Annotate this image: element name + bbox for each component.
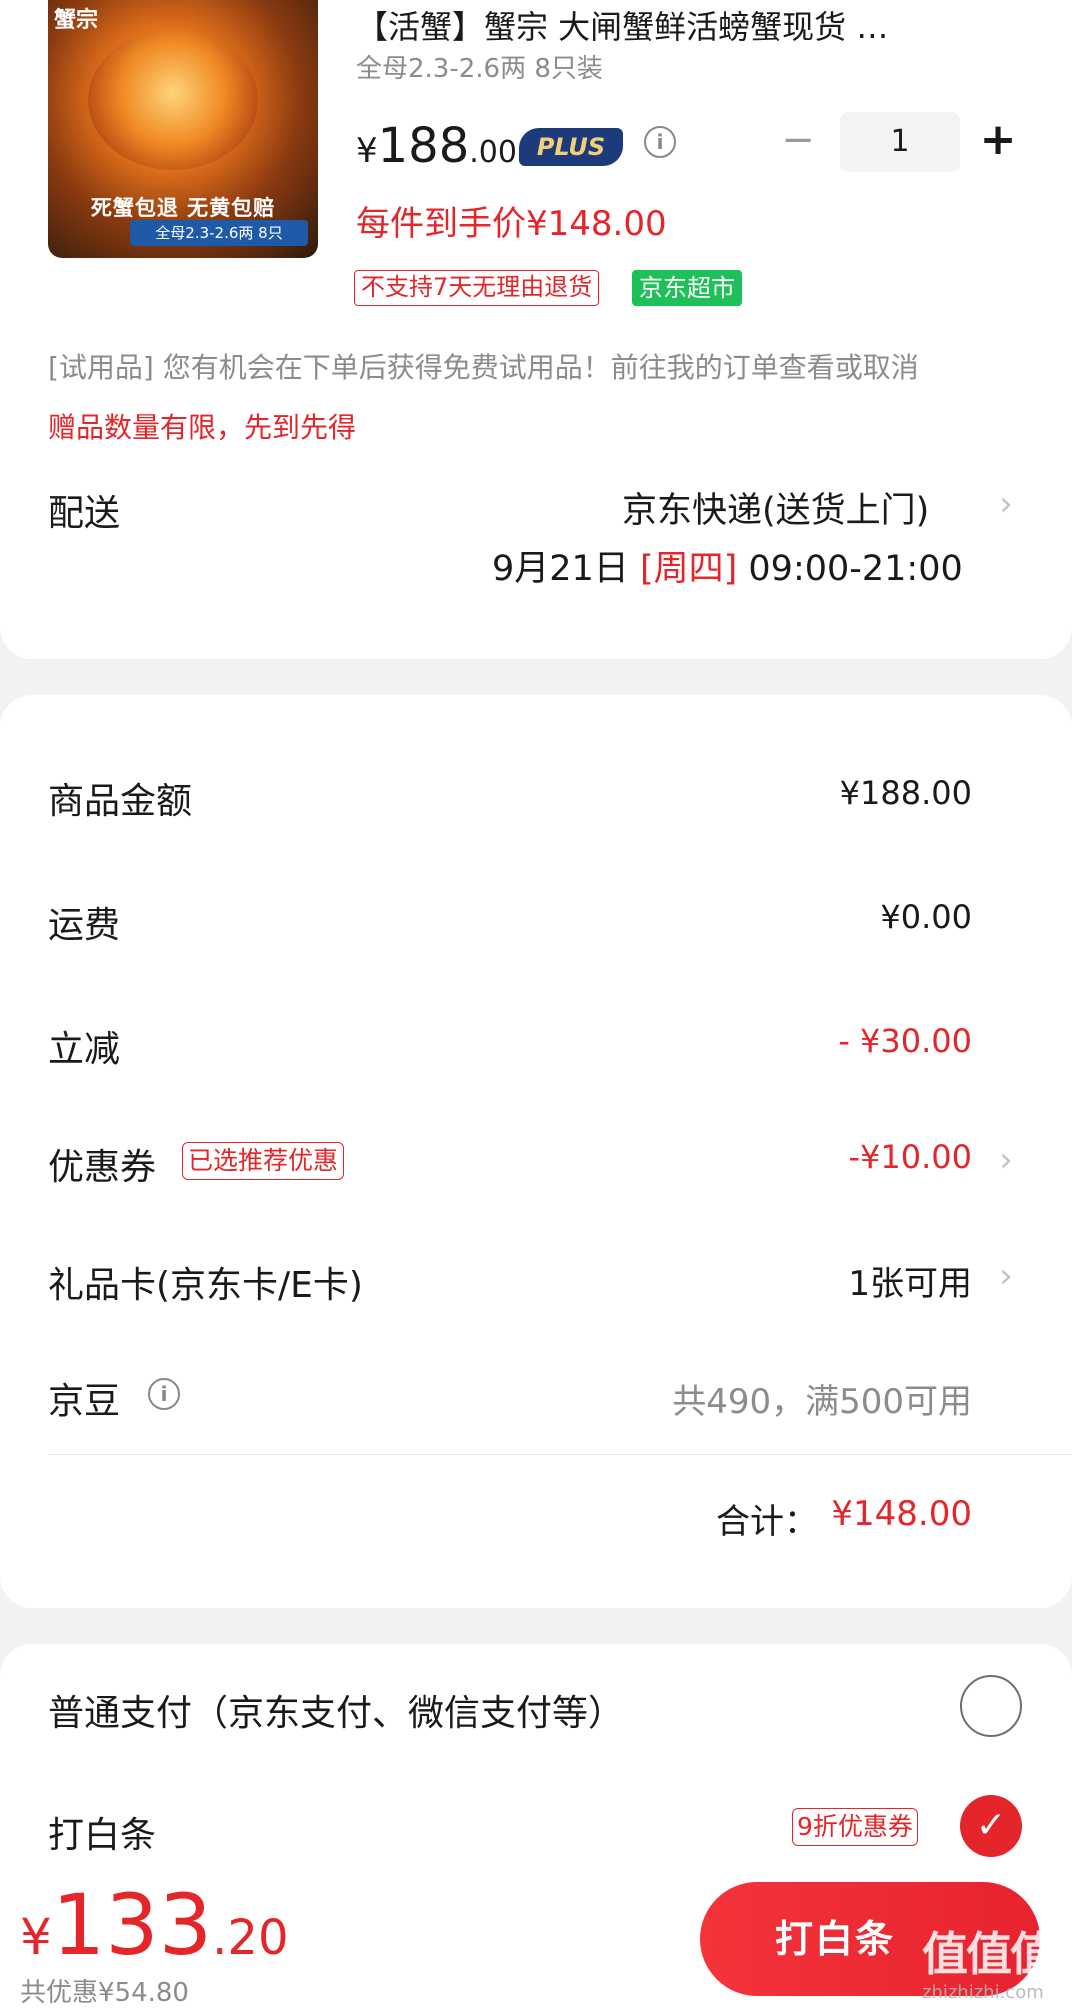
pay-currency: ¥: [20, 1908, 52, 1966]
gift-card-label[interactable]: 礼品卡(京东卡/E卡): [48, 1256, 363, 1308]
discount-label: 立减: [48, 1029, 121, 1070]
quantity-minus-button[interactable]: −: [780, 120, 816, 160]
radio-unselected-icon[interactable]: [960, 1675, 1022, 1737]
total-label: 合计：: [716, 1502, 818, 1542]
info-icon[interactable]: i: [148, 1378, 180, 1410]
pay-button-label: 打白条: [774, 1917, 895, 1961]
chevron-right-icon[interactable]: ›: [996, 1140, 1016, 1180]
quantity-input[interactable]: 1: [840, 112, 960, 172]
product-spec: 全母2.3-2.6两 8只装: [356, 54, 603, 84]
divider: [48, 1454, 1072, 1455]
image-spec: 全母2.3-2.6两 8只: [130, 220, 308, 246]
chevron-right-icon[interactable]: ›: [996, 484, 1016, 524]
coupon-value[interactable]: -¥10.00: [848, 1138, 972, 1176]
jingdou-value: 共490，满500可用: [672, 1382, 972, 1422]
delivery-weekday: [周四]: [639, 549, 738, 589]
pay-decimal: .20: [212, 1910, 289, 1966]
trial-note[interactable]: [试用品] 您有机会在下单后获得免费试用品！前往我的订单查看或取消: [48, 346, 919, 386]
supermarket-tag: 京东超市: [632, 270, 742, 306]
final-unit-price: 每件到手价¥148.00: [356, 204, 667, 244]
price-currency: ¥: [356, 131, 378, 171]
watermark: 值值值: [922, 1927, 1056, 1981]
baitiao-payment-option[interactable]: 打白条: [48, 1806, 156, 1858]
info-icon[interactable]: i: [644, 126, 676, 158]
product-card: 蟹宗 死蟹包退 无黄包赔 全母2.3-2.6两 8只 【活蟹】蟹宗 大闸蟹鲜活螃…: [0, 0, 1072, 659]
goods-amount-label: 商品金额: [48, 781, 193, 822]
check-icon[interactable]: ✓: [960, 1795, 1022, 1857]
discount-value: - ¥30.00: [838, 1022, 972, 1060]
delivery-window: 09:00-21:00: [748, 549, 963, 589]
no-return-tag: 不支持7天无理由退货: [354, 270, 600, 306]
total-saved: 共优惠¥54.80: [20, 1978, 189, 2008]
crab-illustration: [88, 30, 258, 170]
pay-integer: 133: [51, 1876, 213, 1974]
watermark-url: zhizhizhi.com: [922, 1982, 1044, 2003]
product-image[interactable]: 蟹宗 死蟹包退 无黄包赔 全母2.3-2.6两 8只: [48, 0, 318, 258]
chevron-right-icon[interactable]: ›: [996, 1256, 1016, 1296]
total-value: ¥148.00: [831, 1494, 972, 1534]
coupon-selected-tag: 已选推荐优惠: [182, 1142, 345, 1180]
image-brand: 蟹宗: [54, 8, 99, 33]
gift-card-value[interactable]: 1张可用: [848, 1256, 972, 1305]
delivery-time[interactable]: 9月21日 [周四] 09:00-21:00: [492, 540, 963, 591]
goods-amount-value: ¥188.00: [839, 774, 972, 812]
jingdou-label: 京豆: [48, 1381, 121, 1422]
product-title[interactable]: 【活蟹】蟹宗 大闸蟹鲜活螃蟹现货 …: [356, 2, 1006, 48]
image-slogan: 死蟹包退 无黄包赔: [90, 195, 276, 220]
gift-limit-note: 赠品数量有限，先到先得: [48, 411, 357, 444]
normal-payment-option[interactable]: 普通支付（京东支付、微信支付等）: [48, 1684, 624, 1736]
plus-badge: PLUS: [519, 128, 623, 166]
delivery-date: 9月21日: [492, 549, 629, 589]
product-price: ¥188.00: [356, 118, 517, 174]
shipping-value: ¥0.00: [880, 898, 972, 936]
shipping-label: 运费: [48, 905, 121, 946]
price-integer: 188: [377, 118, 470, 174]
delivery-label: 配送: [48, 493, 121, 534]
delivery-method[interactable]: 京东快递(送货上门): [622, 482, 929, 533]
pay-amount: ¥133.20: [20, 1876, 289, 1974]
baitiao-coupon-tag[interactable]: 9折优惠券: [792, 1808, 918, 1846]
coupon-label[interactable]: 优惠券: [48, 1138, 156, 1190]
price-decimal: .00: [469, 135, 517, 170]
quantity-plus-button[interactable]: +: [978, 118, 1018, 162]
